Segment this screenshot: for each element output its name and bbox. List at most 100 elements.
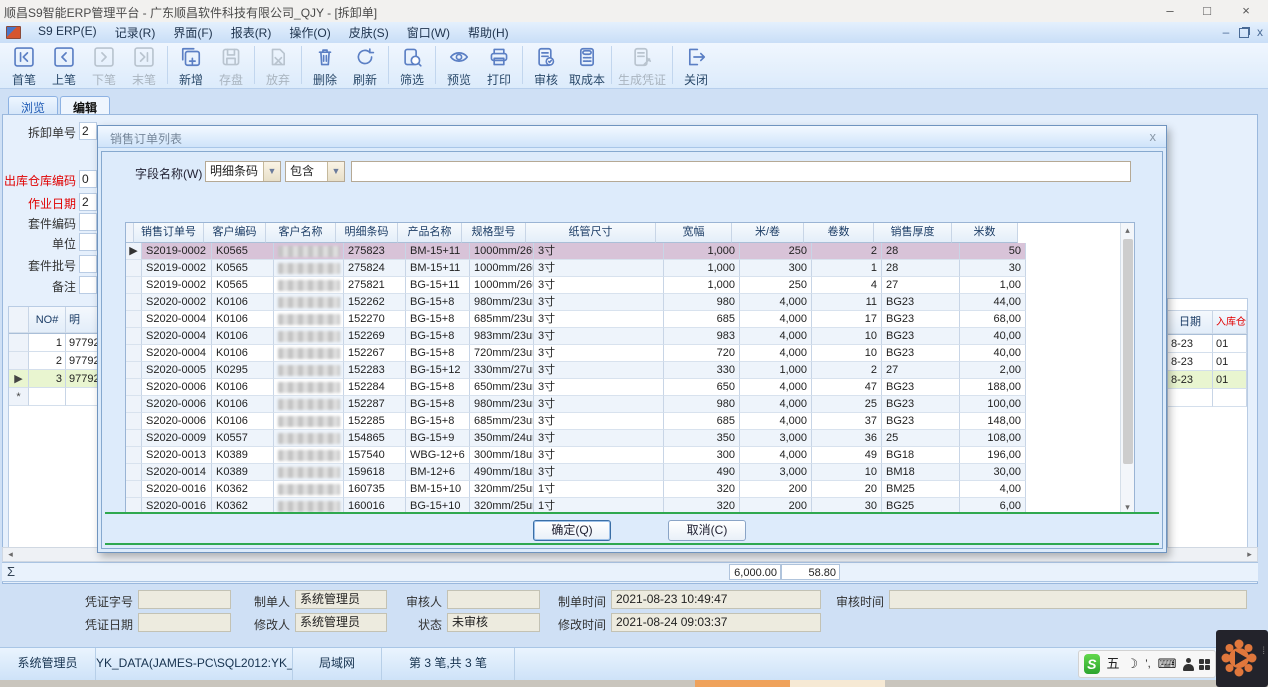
menu-item-6[interactable]: 皮肤(S)	[340, 22, 398, 43]
toolbar-button-save: 存盘	[211, 45, 251, 89]
column-header-4[interactable]: 明细条码	[336, 223, 398, 243]
close-button[interactable]: ×	[1231, 2, 1261, 20]
table-row[interactable]: S2020-0006K0106152284BG-15+8650mm/23um..…	[126, 379, 1134, 396]
column-header-5[interactable]: 产品名称	[398, 223, 462, 243]
vscroll-thumb[interactable]	[1123, 239, 1133, 464]
field-input-套件批号[interactable]	[79, 255, 97, 273]
chevron-down-icon[interactable]: ▼	[263, 162, 280, 181]
person-icon[interactable]	[1183, 658, 1192, 671]
table-row[interactable]: S2020-0004K0106152267BG-15+8720mm/23um..…	[126, 345, 1134, 362]
ok-button[interactable]: 确定(Q)	[533, 520, 611, 541]
punct-icon[interactable]: ’,	[1145, 654, 1151, 674]
cell-8: 490	[664, 464, 740, 481]
column-header-code[interactable]: 明	[66, 307, 99, 333]
search-input[interactable]	[351, 161, 1131, 182]
table-row[interactable]: S2020-0004K0106152270BG-15+8685mm/23um..…	[126, 311, 1134, 328]
wubi-icon[interactable]: 五	[1107, 654, 1120, 674]
toolbar-button-audit[interactable]: 审核	[526, 45, 566, 89]
column-header-3[interactable]: 客户名称	[266, 223, 336, 243]
column-header-10[interactable]: 卷数	[804, 223, 874, 243]
cell-5: BG-15+9	[406, 430, 470, 447]
column-header-11[interactable]: 销售厚度	[874, 223, 952, 243]
table-row[interactable]: *	[9, 388, 99, 406]
field-input-出库仓库编码[interactable]: 0	[79, 170, 97, 188]
cell-4: 152283	[344, 362, 406, 379]
column-header-date[interactable]: 日期	[1168, 311, 1213, 334]
menu-item-7[interactable]: 窗口(W)	[398, 22, 459, 43]
toolbar-button-filter[interactable]: 筛选	[392, 45, 432, 89]
toolbar-button-preview[interactable]: 预览	[439, 45, 479, 89]
column-header-12[interactable]: 米数	[952, 223, 1018, 243]
menu-item-3[interactable]: 界面(F)	[164, 22, 221, 43]
mdi-restore-button[interactable]	[1236, 28, 1252, 40]
table-row[interactable]: S2020-0004K0106152269BG-15+8983mm/23um..…	[126, 328, 1134, 345]
toolbar-button-cost[interactable]: 取成本	[566, 45, 608, 89]
field-input-备注[interactable]	[79, 276, 97, 294]
table-row[interactable]: S2020-0009K0557154865BG-15+9350mm/24um..…	[126, 430, 1134, 447]
table-row[interactable]: S2020-0002K0106152262BG-15+8980mm/23um..…	[126, 294, 1134, 311]
column-header-1[interactable]: 销售订单号	[134, 223, 204, 243]
cell-12: 50	[960, 243, 1026, 260]
column-header-2[interactable]: 客户编码	[204, 223, 266, 243]
toolbar-button-add[interactable]: 新增	[171, 45, 211, 89]
toolbar-button-exit[interactable]: 关闭	[676, 45, 716, 89]
cell-11: BG23	[882, 311, 960, 328]
maximize-button[interactable]: □	[1192, 2, 1222, 20]
table-row[interactable]: 8-2301	[1168, 353, 1247, 371]
table-row[interactable]: 8-2301	[1168, 371, 1247, 389]
table-row[interactable]: S2020-0006K0106152287BG-15+8980mm/23um..…	[126, 396, 1134, 413]
table-row[interactable]: S2020-0013K0389157540WBG-12+6300mm/18um.…	[126, 447, 1134, 464]
menu-item-8[interactable]: 帮助(H)	[459, 22, 518, 43]
field-input-作业日期[interactable]: 2	[79, 193, 97, 211]
toolbar-button-first[interactable]: 首笔	[4, 45, 44, 89]
table-row[interactable]: 197792	[9, 334, 99, 352]
table-row[interactable]	[1168, 389, 1247, 407]
minimize-button[interactable]: –	[1155, 2, 1185, 20]
taskbar-item[interactable]	[790, 680, 885, 687]
mdi-minimize-button[interactable]: –	[1218, 26, 1234, 38]
sogou-icon[interactable]: S	[1084, 654, 1100, 674]
table-row[interactable]: S2019-0002K0565275821BG-15+111000mm/26u.…	[126, 277, 1134, 294]
taskbar-item-active[interactable]	[695, 680, 790, 687]
column-header-no[interactable]: NO#	[29, 307, 66, 333]
toolbar-button-print[interactable]: 打印	[479, 45, 519, 89]
scroll-right-icon[interactable]: ▸	[1243, 548, 1256, 561]
table-row[interactable]: S2019-0002K0565275824BM-15+111000mm/26u.…	[126, 260, 1134, 277]
menu-item-5[interactable]: 操作(O)	[280, 22, 339, 43]
dialog-close-icon[interactable]: x	[1150, 129, 1157, 144]
table-row[interactable]: S2020-0016K0362160735BM-15+10320mm/25um.…	[126, 481, 1134, 498]
menu-item-4[interactable]: 报表(R)	[222, 22, 281, 43]
toolbar-button-prev[interactable]: 上笔	[44, 45, 84, 89]
column-header-8[interactable]: 宽幅	[656, 223, 732, 243]
grid-icon[interactable]	[1199, 659, 1210, 670]
keyboard-icon[interactable]: ⌨	[1158, 654, 1177, 674]
table-row[interactable]: S2020-0014K0389159618BM-12+6490mm/18um..…	[126, 464, 1134, 481]
filter-operator-combo[interactable]: 包含 ▼	[285, 161, 345, 182]
cancel-button[interactable]: 取消(C)	[668, 520, 746, 541]
table-row[interactable]: ▶S2019-0002K0565275823BM-15+111000mm/26u…	[126, 243, 1134, 260]
cell-2: K0389	[212, 464, 274, 481]
filter-field-combo[interactable]: 明细条码 ▼	[205, 161, 281, 182]
column-header-warehouse[interactable]: 入库仓库	[1213, 311, 1247, 334]
column-header-7[interactable]: 纸管尺寸	[526, 223, 656, 243]
mdi-close-button[interactable]: x	[1252, 26, 1268, 38]
chevron-down-icon[interactable]: ▼	[327, 162, 344, 181]
field-input-单位[interactable]	[79, 233, 97, 251]
field-input-拆卸单号[interactable]: 2	[79, 122, 97, 140]
table-row[interactable]: 297792	[9, 352, 99, 370]
table-row[interactable]: S2020-0006K0106152285BG-15+8685mm/23um..…	[126, 413, 1134, 430]
recorder-widget[interactable]: ⁞	[1216, 630, 1268, 687]
column-header-9[interactable]: 米/卷	[732, 223, 804, 243]
table-row[interactable]: 8-2301	[1168, 335, 1247, 353]
column-header-6[interactable]: 规格型号	[462, 223, 526, 243]
menu-item-2[interactable]: 记录(R)	[106, 22, 165, 43]
table-row[interactable]: S2020-0005K0295152283BG-15+12330mm/27um.…	[126, 362, 1134, 379]
scroll-left-icon[interactable]: ◂	[4, 548, 17, 561]
scroll-up-icon[interactable]: ▴	[1121, 224, 1134, 237]
moon-icon[interactable]: ☽	[1127, 654, 1139, 674]
toolbar-button-delete[interactable]: 删除	[305, 45, 345, 89]
field-input-套件编码[interactable]	[79, 213, 97, 231]
toolbar-button-refresh[interactable]: 刷新	[345, 45, 385, 89]
menu-item-1[interactable]: S9 ERP(E)	[29, 22, 106, 43]
table-row[interactable]: ▶397792	[9, 370, 99, 388]
